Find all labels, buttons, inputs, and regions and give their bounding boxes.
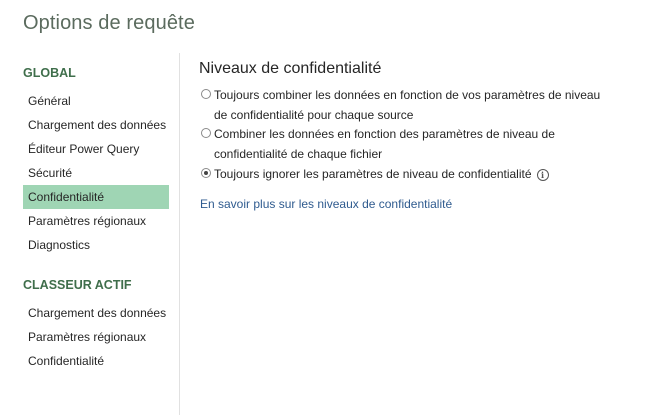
sidebar-item-general[interactable]: Général [23,89,169,113]
sidebar-item-regional-settings[interactable]: Paramètres régionaux [23,209,169,233]
sidebar-nav: GLOBAL Général Chargement des données Éd… [0,0,180,415]
sidebar-item-privacy[interactable]: Confidentialité [23,185,169,209]
option-line: de confidentialité pour chaque source [214,108,414,122]
option-line: Combiner les données en fonction des par… [214,127,555,141]
info-icon[interactable]: i [536,169,549,181]
radio-ignore-privacy-levels[interactable] [201,168,211,178]
option-line: confidentialité de chaque fichier [214,147,383,161]
option-combine-by-file[interactable]: Combiner les données en fonction des par… [199,124,619,164]
page-title: Niveaux de confidentialité [199,60,382,77]
sidebar-item-power-query-editor[interactable]: Éditeur Power Query [23,137,169,161]
global-section-header: GLOBAL [23,66,76,80]
workbook-section-header: CLASSEUR ACTIF [23,278,132,292]
sidebar-item-security[interactable]: Sécurité [23,161,169,185]
sidebar-item-workbook-regional-settings[interactable]: Paramètres régionaux [23,325,169,349]
option-line: Toujours ignorer les paramètres de nivea… [214,167,532,181]
sidebar-item-data-load[interactable]: Chargement des données [23,113,169,137]
radio-combine-by-file[interactable] [201,128,211,138]
option-ignore-privacy-levels[interactable]: Toujours ignorer les paramètres de nivea… [199,164,619,184]
option-combine-by-source[interactable]: Toujours combiner les données en fonctio… [199,85,619,125]
sidebar-divider [179,53,180,415]
sidebar-item-diagnostics[interactable]: Diagnostics [23,233,169,257]
learn-more-link[interactable]: En savoir plus sur les niveaux de confid… [200,197,452,211]
option-line: Toujours combiner les données en fonctio… [214,88,601,102]
sidebar-item-workbook-privacy[interactable]: Confidentialité [23,349,169,373]
radio-combine-by-source[interactable] [201,89,211,99]
sidebar-item-workbook-data-load[interactable]: Chargement des données [23,301,169,325]
